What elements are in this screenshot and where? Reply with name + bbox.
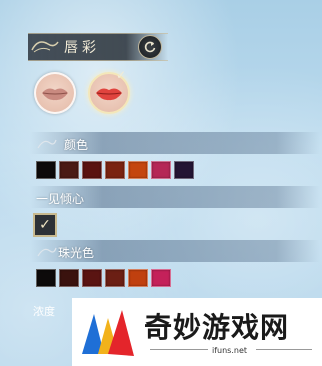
color-swatch-7[interactable] — [174, 161, 194, 179]
pearl-swatch-6[interactable] — [151, 269, 171, 287]
check-icon: ✓ — [39, 217, 51, 233]
watermark-divider — [150, 349, 208, 350]
ornament-icon — [31, 41, 59, 53]
ornament-icon — [37, 139, 57, 149]
section-label-color: 颜色 — [64, 138, 89, 152]
pearl-swatch-3[interactable] — [82, 269, 102, 287]
watermark-divider — [256, 349, 312, 350]
panel-title: 唇彩 — [64, 40, 100, 56]
selected-check-icon: ✓ — [116, 68, 127, 82]
lip-style-option-1[interactable] — [34, 72, 76, 114]
reset-button[interactable] — [138, 35, 162, 59]
color-swatch-4[interactable] — [105, 161, 125, 179]
color-swatch-3[interactable] — [82, 161, 102, 179]
section-label-love-at-first-sight: 一见倾心 — [36, 192, 85, 206]
reset-icon — [144, 41, 156, 53]
ornament-icon — [37, 247, 57, 257]
color-swatch-6[interactable] — [151, 161, 171, 179]
opacity-label: 浓度 — [33, 305, 55, 318]
watermark-logo-icon — [82, 310, 134, 356]
pearl-swatch-5[interactable] — [128, 269, 148, 287]
watermark-name: 奇妙游戏网 — [144, 311, 290, 344]
section-label-pearl: 珠光色 — [58, 246, 95, 260]
lips-icon — [96, 88, 122, 101]
pearl-swatch-1[interactable] — [36, 269, 56, 287]
love-at-first-sight-checkbox[interactable]: ✓ — [33, 213, 57, 237]
pearl-swatch-4[interactable] — [105, 269, 125, 287]
color-swatch-5[interactable] — [128, 161, 148, 179]
pearl-swatches — [36, 269, 171, 287]
pearl-swatch-2[interactable] — [59, 269, 79, 287]
color-swatches — [36, 161, 194, 179]
color-swatch-1[interactable] — [36, 161, 56, 179]
watermark-url: ifuns.net — [212, 346, 248, 355]
color-swatch-2[interactable] — [59, 161, 79, 179]
lips-icon — [42, 88, 68, 101]
